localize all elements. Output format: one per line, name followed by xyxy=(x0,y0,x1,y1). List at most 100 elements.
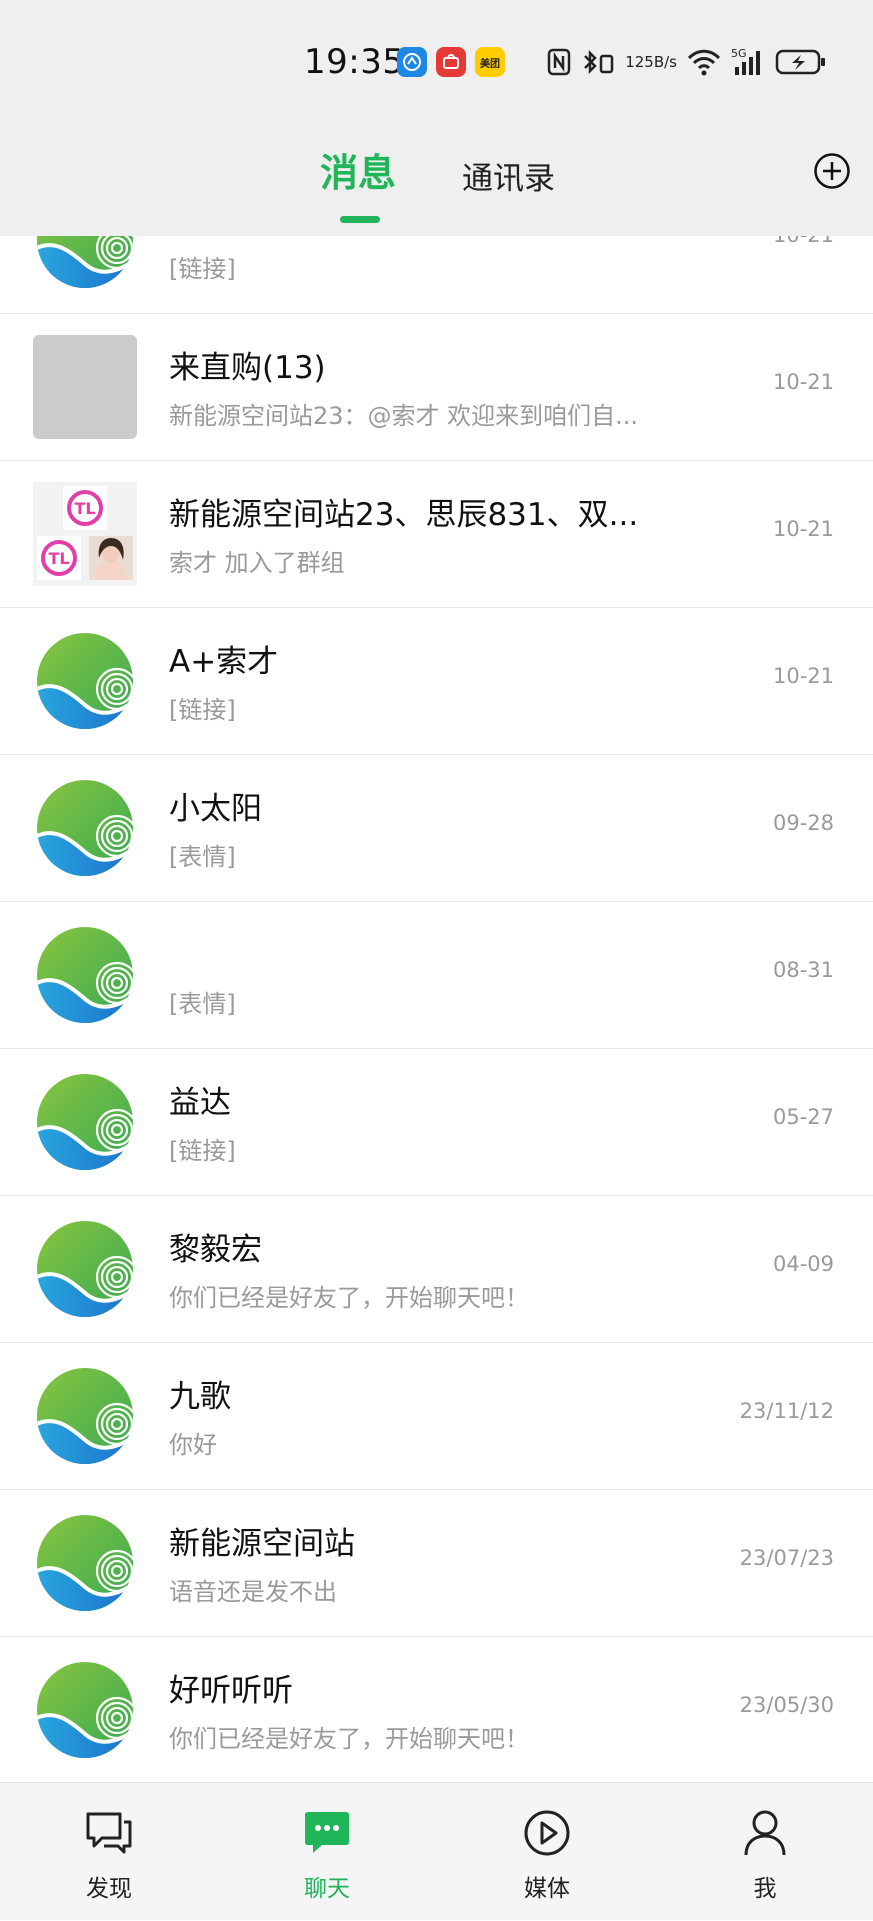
chat-time: 23/07/23 xyxy=(739,1546,834,1570)
nav-discover-label: 发现 xyxy=(86,1876,132,1902)
chat-title: 小太阳 xyxy=(169,791,262,827)
chat-preview: 语音还是发不出 xyxy=(169,1578,337,1606)
status-time: 19:35 xyxy=(304,42,405,82)
chat-title: 九歌 xyxy=(169,1379,231,1415)
chat-title: 益达 xyxy=(169,1085,231,1121)
chat-list-item[interactable]: 小太阳 [表情] 09-28 xyxy=(0,755,873,902)
huawei-store-icon xyxy=(436,47,466,77)
logo-avatar xyxy=(33,236,137,292)
chat-time: 10-21 xyxy=(772,664,834,688)
chat-list-item[interactable]: TL TL 新能源空间站23、思辰831、双... 索才 加入了群组 10-21 xyxy=(0,461,873,608)
logo-avatar xyxy=(33,1658,137,1762)
chat-list[interactable]: [链接] 10-21 来直购(13) 新能源空间站23：@索才 欢迎来到咱们自... 1… xyxy=(0,236,873,1782)
top-tab-bar: 消息 通讯录 xyxy=(0,120,873,236)
chat-title: 新能源空间站 xyxy=(169,1526,355,1562)
chat-time: 23/11/12 xyxy=(739,1399,834,1423)
chat-list-item[interactable]: [链接] 10-21 xyxy=(0,236,873,314)
chat-list-item[interactable]: 好听听听你们已经是好友了，开始聊天吧！ 23/05/30 xyxy=(0,1637,873,1782)
chat-time: 10-21 xyxy=(772,370,834,394)
app-logo-avatar xyxy=(37,927,137,1023)
svg-text:TL: TL xyxy=(48,549,69,568)
group-avatar: TL TL xyxy=(33,482,137,586)
chat-title: 好听听听 xyxy=(169,1673,293,1709)
nav-me[interactable]: 我 xyxy=(690,1783,840,1921)
chat-preview: [表情] xyxy=(169,843,236,871)
chat-list-content: [链接] 10-21 来直购(13) 新能源空间站23：@索才 欢迎来到咱们自... 1… xyxy=(0,236,873,1782)
chat-time: 05-27 xyxy=(772,1105,834,1129)
chat-preview: [链接] xyxy=(169,696,236,724)
nav-me-label: 我 xyxy=(753,1876,777,1902)
logo-avatar xyxy=(33,629,137,733)
battery-charging-icon xyxy=(775,48,827,76)
chat-list-item[interactable]: 黎毅宏你们已经是好友了，开始聊天吧！ 04-09 xyxy=(0,1196,873,1343)
tab-contacts[interactable]: 通讯录 xyxy=(462,153,555,198)
chat-preview: 你们已经是好友了，开始聊天吧！ xyxy=(169,1284,529,1312)
chat-time: 10-21 xyxy=(772,517,834,541)
network-speed: 125 B/s xyxy=(625,52,677,71)
app-logo-avatar xyxy=(37,1368,137,1464)
chat-list-item[interactable]: 九歌你好 23/11/12 xyxy=(0,1343,873,1490)
chat-list-item[interactable]: [表情] 08-31 xyxy=(0,902,873,1049)
app-logo-avatar xyxy=(37,1662,137,1758)
chat-time: 23/05/30 xyxy=(739,1693,834,1717)
bottom-navigation: 发现 聊天 媒体 我 xyxy=(0,1782,873,1920)
app-logo-avatar xyxy=(37,1221,137,1317)
group-avatar-collage: TL TL xyxy=(33,482,137,586)
chat-time: 09-28 xyxy=(772,811,834,835)
nav-media-label: 媒体 xyxy=(524,1876,570,1902)
logo-avatar xyxy=(33,1511,137,1615)
chat-list-item[interactable]: 益达 [链接] 05-27 xyxy=(0,1049,873,1196)
chat-title: 来直购(13) xyxy=(169,350,326,386)
chat-title: 新能源空间站23、思辰831、双... xyxy=(169,497,639,533)
tab-messages[interactable]: 消息 xyxy=(320,142,396,197)
system-icons: 125 B/s 5G xyxy=(547,44,827,80)
chat-time: 10-21 xyxy=(773,236,834,247)
app-logo-avatar xyxy=(37,633,137,729)
network-speed-unit: B/s xyxy=(653,52,677,71)
network-type-label: 5G xyxy=(731,47,747,60)
add-button[interactable] xyxy=(813,152,851,190)
chat-preview: 你们已经是好友了，开始聊天吧！ xyxy=(169,1725,529,1753)
chat-bubbles-icon xyxy=(84,1808,134,1858)
chat-time: 04-09 xyxy=(772,1252,834,1276)
message-dots-icon xyxy=(302,1808,352,1858)
status-bar: 19:35 美团 125 B/s 5G xyxy=(0,0,873,120)
app-notification-icon xyxy=(397,47,427,77)
logo-avatar xyxy=(33,1364,137,1468)
svg-text:TL: TL xyxy=(74,499,95,518)
network-speed-value: 125 xyxy=(625,52,654,71)
chat-title: 黎毅宏 xyxy=(169,1232,262,1268)
meituan-icon: 美团 xyxy=(475,47,505,77)
placeholder-avatar xyxy=(33,335,137,439)
chat-preview: [表情] xyxy=(169,990,236,1018)
chat-list-item[interactable]: A+索才 [链接] 10-21 xyxy=(0,608,873,755)
logo-avatar xyxy=(33,1070,137,1174)
app-logo-avatar xyxy=(37,236,137,288)
person-icon xyxy=(740,1808,790,1858)
nfc-icon xyxy=(547,48,571,76)
app-logo-avatar xyxy=(37,1074,137,1170)
chat-title: A+索才 xyxy=(169,644,279,680)
nav-media[interactable]: 媒体 xyxy=(472,1783,622,1921)
nav-chat-label: 聊天 xyxy=(304,1876,350,1902)
cellular-signal-icon: 5G xyxy=(731,47,765,77)
chat-preview: [链接] xyxy=(169,1137,236,1165)
bluetooth-icon xyxy=(581,48,615,76)
app-logo-avatar xyxy=(37,780,137,876)
logo-avatar xyxy=(33,923,137,1027)
app-logo-avatar xyxy=(37,1515,137,1611)
chat-preview: 索才 加入了群组 xyxy=(169,549,345,577)
nav-discover[interactable]: 发现 xyxy=(34,1783,184,1921)
chat-time: 08-31 xyxy=(772,958,834,982)
logo-avatar xyxy=(33,776,137,880)
wifi-icon xyxy=(687,48,721,76)
plus-circle-icon xyxy=(814,153,850,189)
play-circle-icon xyxy=(522,1808,572,1858)
chat-list-item[interactable]: 新能源空间站语音还是发不出 23/07/23 xyxy=(0,1490,873,1637)
active-tab-indicator xyxy=(340,216,380,223)
nav-chat[interactable]: 聊天 xyxy=(252,1783,402,1921)
chat-list-item[interactable]: 来直购(13) 新能源空间站23：@索才 欢迎来到咱们自... 10-21 xyxy=(0,314,873,461)
chat-preview: [链接] xyxy=(169,255,236,283)
chat-preview: 你好 xyxy=(169,1431,217,1459)
chat-preview: 新能源空间站23：@索才 欢迎来到咱们自... xyxy=(169,402,639,430)
